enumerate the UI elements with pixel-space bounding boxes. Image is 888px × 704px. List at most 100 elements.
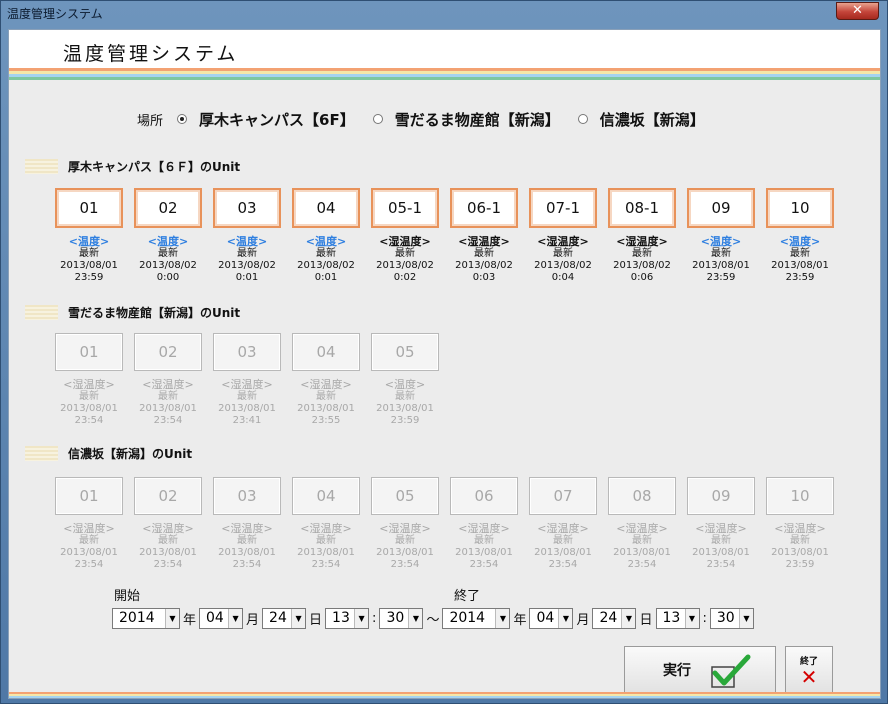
unit-type: <湿温度> [774, 522, 826, 535]
unit-tile: 09 <湿温度> 最新 2013/08/01 23:54 [687, 477, 755, 571]
unit-tile: 07-1 <湿温度> 最新 2013/08/02 0:04 [529, 188, 597, 284]
unit-status: 最新 [316, 391, 336, 402]
end-minute-select[interactable]: 30 ▼ [709, 607, 754, 629]
unit-tile: 05 <湿温度> 最新 2013/08/01 23:54 [371, 477, 439, 571]
unit-time: 23:54 [390, 559, 420, 570]
unit-time: 23:54 [706, 559, 736, 570]
unit-time: 23:54 [311, 559, 341, 570]
unit-type: <湿温度> [300, 378, 352, 391]
dropdown-arrow-icon[interactable]: ▼ [165, 608, 179, 628]
unit-status: 最新 [553, 248, 573, 259]
start-month-select[interactable]: 04 ▼ [199, 607, 244, 629]
dropdown-arrow-icon[interactable]: ▼ [354, 608, 369, 628]
unit-date: 2013/08/01 [534, 547, 592, 558]
unit-button[interactable]: 02 [134, 188, 202, 228]
stripe [9, 77, 880, 80]
dropdown-arrow-icon[interactable]: ▼ [291, 608, 306, 628]
dropdown-arrow-icon[interactable]: ▼ [621, 608, 636, 628]
unit-date: 2013/08/01 [139, 403, 197, 414]
unit-type: <温度> [305, 235, 347, 248]
dropdown-arrow-icon[interactable]: ▼ [738, 608, 753, 628]
unit-button[interactable]: 10 [766, 188, 834, 228]
unit-info: <温度> 最新 2013/08/02 0:01 [213, 236, 281, 284]
unit-tile: 08 <湿温度> 最新 2013/08/01 23:54 [608, 477, 676, 571]
unit-info: <湿温度> 最新 2013/08/01 23:54 [292, 523, 360, 571]
unit-separator: ～ [426, 612, 440, 628]
dropdown-arrow-icon[interactable]: ▼ [684, 608, 699, 628]
unit-type: <湿温度> [695, 522, 747, 535]
unit-time: 23:54 [548, 559, 578, 570]
section-title: 信濃坂【新潟】のUnit [68, 447, 193, 461]
unit-time: 0:04 [551, 272, 575, 283]
start-year-select[interactable]: 2014 ▼ [112, 607, 180, 629]
unit-separator: 月 [576, 612, 590, 628]
title-bar[interactable]: 温度管理システム ✕ [1, 1, 887, 27]
unit-date: 2013/08/01 [376, 403, 434, 414]
unit-info: <温度> 最新 2013/08/02 0:01 [292, 236, 360, 284]
unit-button[interactable]: 03 [213, 188, 281, 228]
end-hour-select[interactable]: 13 ▼ [655, 607, 700, 629]
location-option-label[interactable]: 厚木キャンパス【6F】 [199, 109, 355, 130]
unit-tile: 09 <温度> 最新 2013/08/01 23:59 [687, 188, 755, 284]
unit-button: 07 [529, 477, 597, 515]
unit-date: 2013/08/01 [376, 547, 434, 558]
header-stripes [9, 68, 880, 80]
unit-tile: 05 <温度> 最新 2013/08/01 23:59 [371, 333, 439, 427]
unit-separator: 年 [513, 612, 527, 628]
end-month-select[interactable]: 04 ▼ [529, 607, 574, 629]
unit-info: <湿温度> 最新 2013/08/01 23:54 [608, 523, 676, 571]
unit-status: 最新 [395, 248, 415, 259]
start-minute-select[interactable]: 30 ▼ [379, 607, 424, 629]
unit-button[interactable]: 09 [687, 188, 755, 228]
unit-tile: 02 <湿温度> 最新 2013/08/01 23:54 [134, 477, 202, 571]
unit-time: 23:59 [785, 272, 815, 283]
end-year-select[interactable]: 2014 ▼ [442, 607, 511, 629]
location-option-label[interactable]: 雪だるま物産館【新潟】 [395, 109, 560, 130]
end-month-select-value: 04 [536, 610, 555, 626]
unit-button[interactable]: 06-1 [450, 188, 518, 228]
unit-time: 23:59 [706, 272, 736, 283]
section-swatch [25, 446, 58, 461]
unit-button: 05 [371, 333, 439, 371]
start-day-select[interactable]: 24 ▼ [262, 607, 307, 629]
unit-button[interactable]: 07-1 [529, 188, 597, 228]
unit-time: 0:03 [472, 272, 496, 283]
dropdown-arrow-icon[interactable]: ▼ [228, 608, 243, 628]
location-radio-2[interactable] [372, 114, 383, 124]
unit-tile: 01 <湿温度> 最新 2013/08/01 23:54 [55, 333, 123, 427]
unit-time: 23:54 [469, 559, 499, 570]
unit-info: <湿温度> 最新 2013/08/01 23:59 [766, 523, 834, 571]
unit-time: 23:54 [74, 415, 104, 426]
start-hour-select-value: 13 [332, 610, 350, 626]
unit-button[interactable]: 01 [55, 188, 123, 228]
unit-date: 2013/08/01 [218, 547, 276, 558]
end-day-select-value: 24 [599, 610, 618, 626]
dropdown-arrow-icon[interactable]: ▼ [558, 608, 573, 628]
unit-time: 23:54 [74, 559, 104, 570]
location-radio-1[interactable] [177, 114, 188, 124]
dropdown-arrow-icon[interactable]: ▼ [408, 608, 423, 628]
unit-tile: 04 <湿温度> 最新 2013/08/01 23:55 [292, 333, 360, 427]
close-window-button[interactable]: ✕ [836, 2, 879, 20]
unit-tile: 02 <湿温度> 最新 2013/08/01 23:54 [134, 333, 202, 427]
unit-button: 06 [450, 477, 518, 515]
unit-status: 最新 [474, 535, 494, 546]
unit-type: <湿温度> [458, 522, 510, 535]
unit-status: 最新 [79, 535, 99, 546]
unit-button[interactable]: 05-1 [371, 188, 439, 228]
unit-button[interactable]: 04 [292, 188, 360, 228]
unit-time: 0:01 [314, 272, 338, 283]
location-radio-3[interactable] [577, 114, 588, 124]
start-hour-select[interactable]: 13 ▼ [325, 607, 370, 629]
close-x-icon: ✕ [800, 665, 818, 689]
period-selector: 2014 ▼ 年 04 ▼ 月 24 ▼ 日 13 ▼:30 ▼ ～ 2014 ▼ 年 04 ▼ 月 24 ▼ 日 13 ▼:… [112, 607, 754, 629]
exit-button[interactable]: 終了 ✕ [785, 646, 833, 694]
unit-info: <湿温度> 最新 2013/08/01 23:41 [213, 379, 281, 427]
end-day-select[interactable]: 24 ▼ [592, 607, 637, 629]
unit-button[interactable]: 08-1 [608, 188, 676, 228]
dropdown-arrow-icon[interactable]: ▼ [495, 608, 510, 628]
location-option-label[interactable]: 信濃坂【新潟】 [600, 109, 705, 130]
unit-info: <湿温度> 最新 2013/08/02 0:04 [529, 236, 597, 284]
run-button[interactable]: 実行 [624, 646, 776, 694]
unit-type: <湿温度> [379, 235, 431, 248]
